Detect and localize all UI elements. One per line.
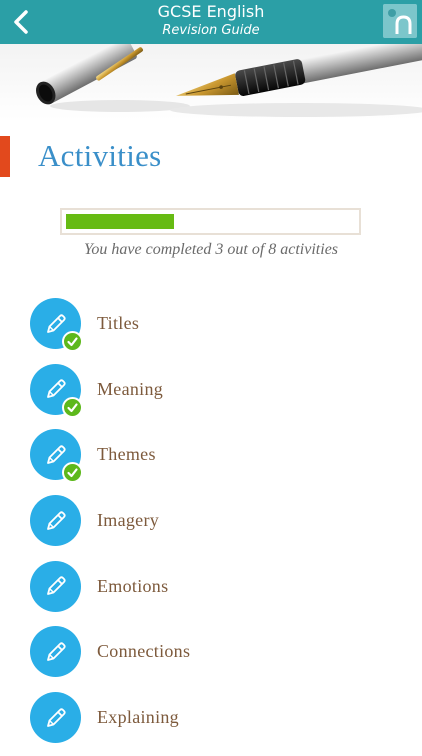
pencil-icon <box>46 379 66 399</box>
activity-item-emotions[interactable]: Emotions <box>0 559 422 625</box>
activity-button[interactable] <box>30 560 81 612</box>
checkmark-icon <box>67 468 78 478</box>
activity-item-meaning[interactable]: Meaning <box>0 362 422 428</box>
pencil-icon <box>46 576 66 596</box>
app-subtitle: Revision Guide <box>162 23 260 38</box>
activity-label: Connections <box>97 641 191 662</box>
pencil-icon <box>46 707 66 727</box>
progress-bar-fill <box>66 214 174 229</box>
activity-button[interactable] <box>30 692 81 744</box>
activity-button[interactable] <box>30 626 81 678</box>
app-logo-icon <box>383 4 417 38</box>
progress-text: You have completed 3 out of 8 activities <box>83 241 339 258</box>
app-title: GCSE English <box>157 2 265 21</box>
activity-item-imagery[interactable]: Imagery <box>0 493 422 559</box>
page-title: Activities <box>38 138 162 173</box>
activity-list: Titles Meaning Themes Imagery Emotions Connec… <box>0 296 422 756</box>
progress-bar <box>60 208 361 235</box>
app-header: GCSE English Revision Guide <box>0 0 422 44</box>
hero-image <box>0 44 422 120</box>
activity-label: Themes <box>97 444 156 465</box>
activity-label: Titles <box>97 313 140 333</box>
header-titles: GCSE English Revision Guide <box>0 2 422 40</box>
pencil-icon <box>46 510 66 530</box>
activity-item-explaining[interactable]: Explaining <box>0 690 422 756</box>
activity-label: Meaning <box>97 378 164 399</box>
activity-item-connections[interactable]: Connections <box>0 624 422 690</box>
activity-label: Explaining <box>97 707 179 728</box>
section-accent-bar <box>0 136 10 177</box>
activity-item-themes[interactable]: Themes <box>0 427 422 493</box>
completed-badge <box>62 331 83 352</box>
activity-label: Emotions <box>97 575 169 596</box>
pens-illustration-icon <box>35 44 422 117</box>
activity-button[interactable] <box>30 495 81 547</box>
completed-badge <box>62 396 83 418</box>
checkmark-icon <box>67 337 78 347</box>
completed-badge <box>62 462 83 484</box>
pencil-icon <box>46 642 66 661</box>
app-logo-button[interactable] <box>383 4 417 38</box>
activity-label: Imagery <box>97 510 160 531</box>
activity-item-titles[interactable]: Titles <box>0 296 422 362</box>
checkmark-icon <box>67 403 78 412</box>
